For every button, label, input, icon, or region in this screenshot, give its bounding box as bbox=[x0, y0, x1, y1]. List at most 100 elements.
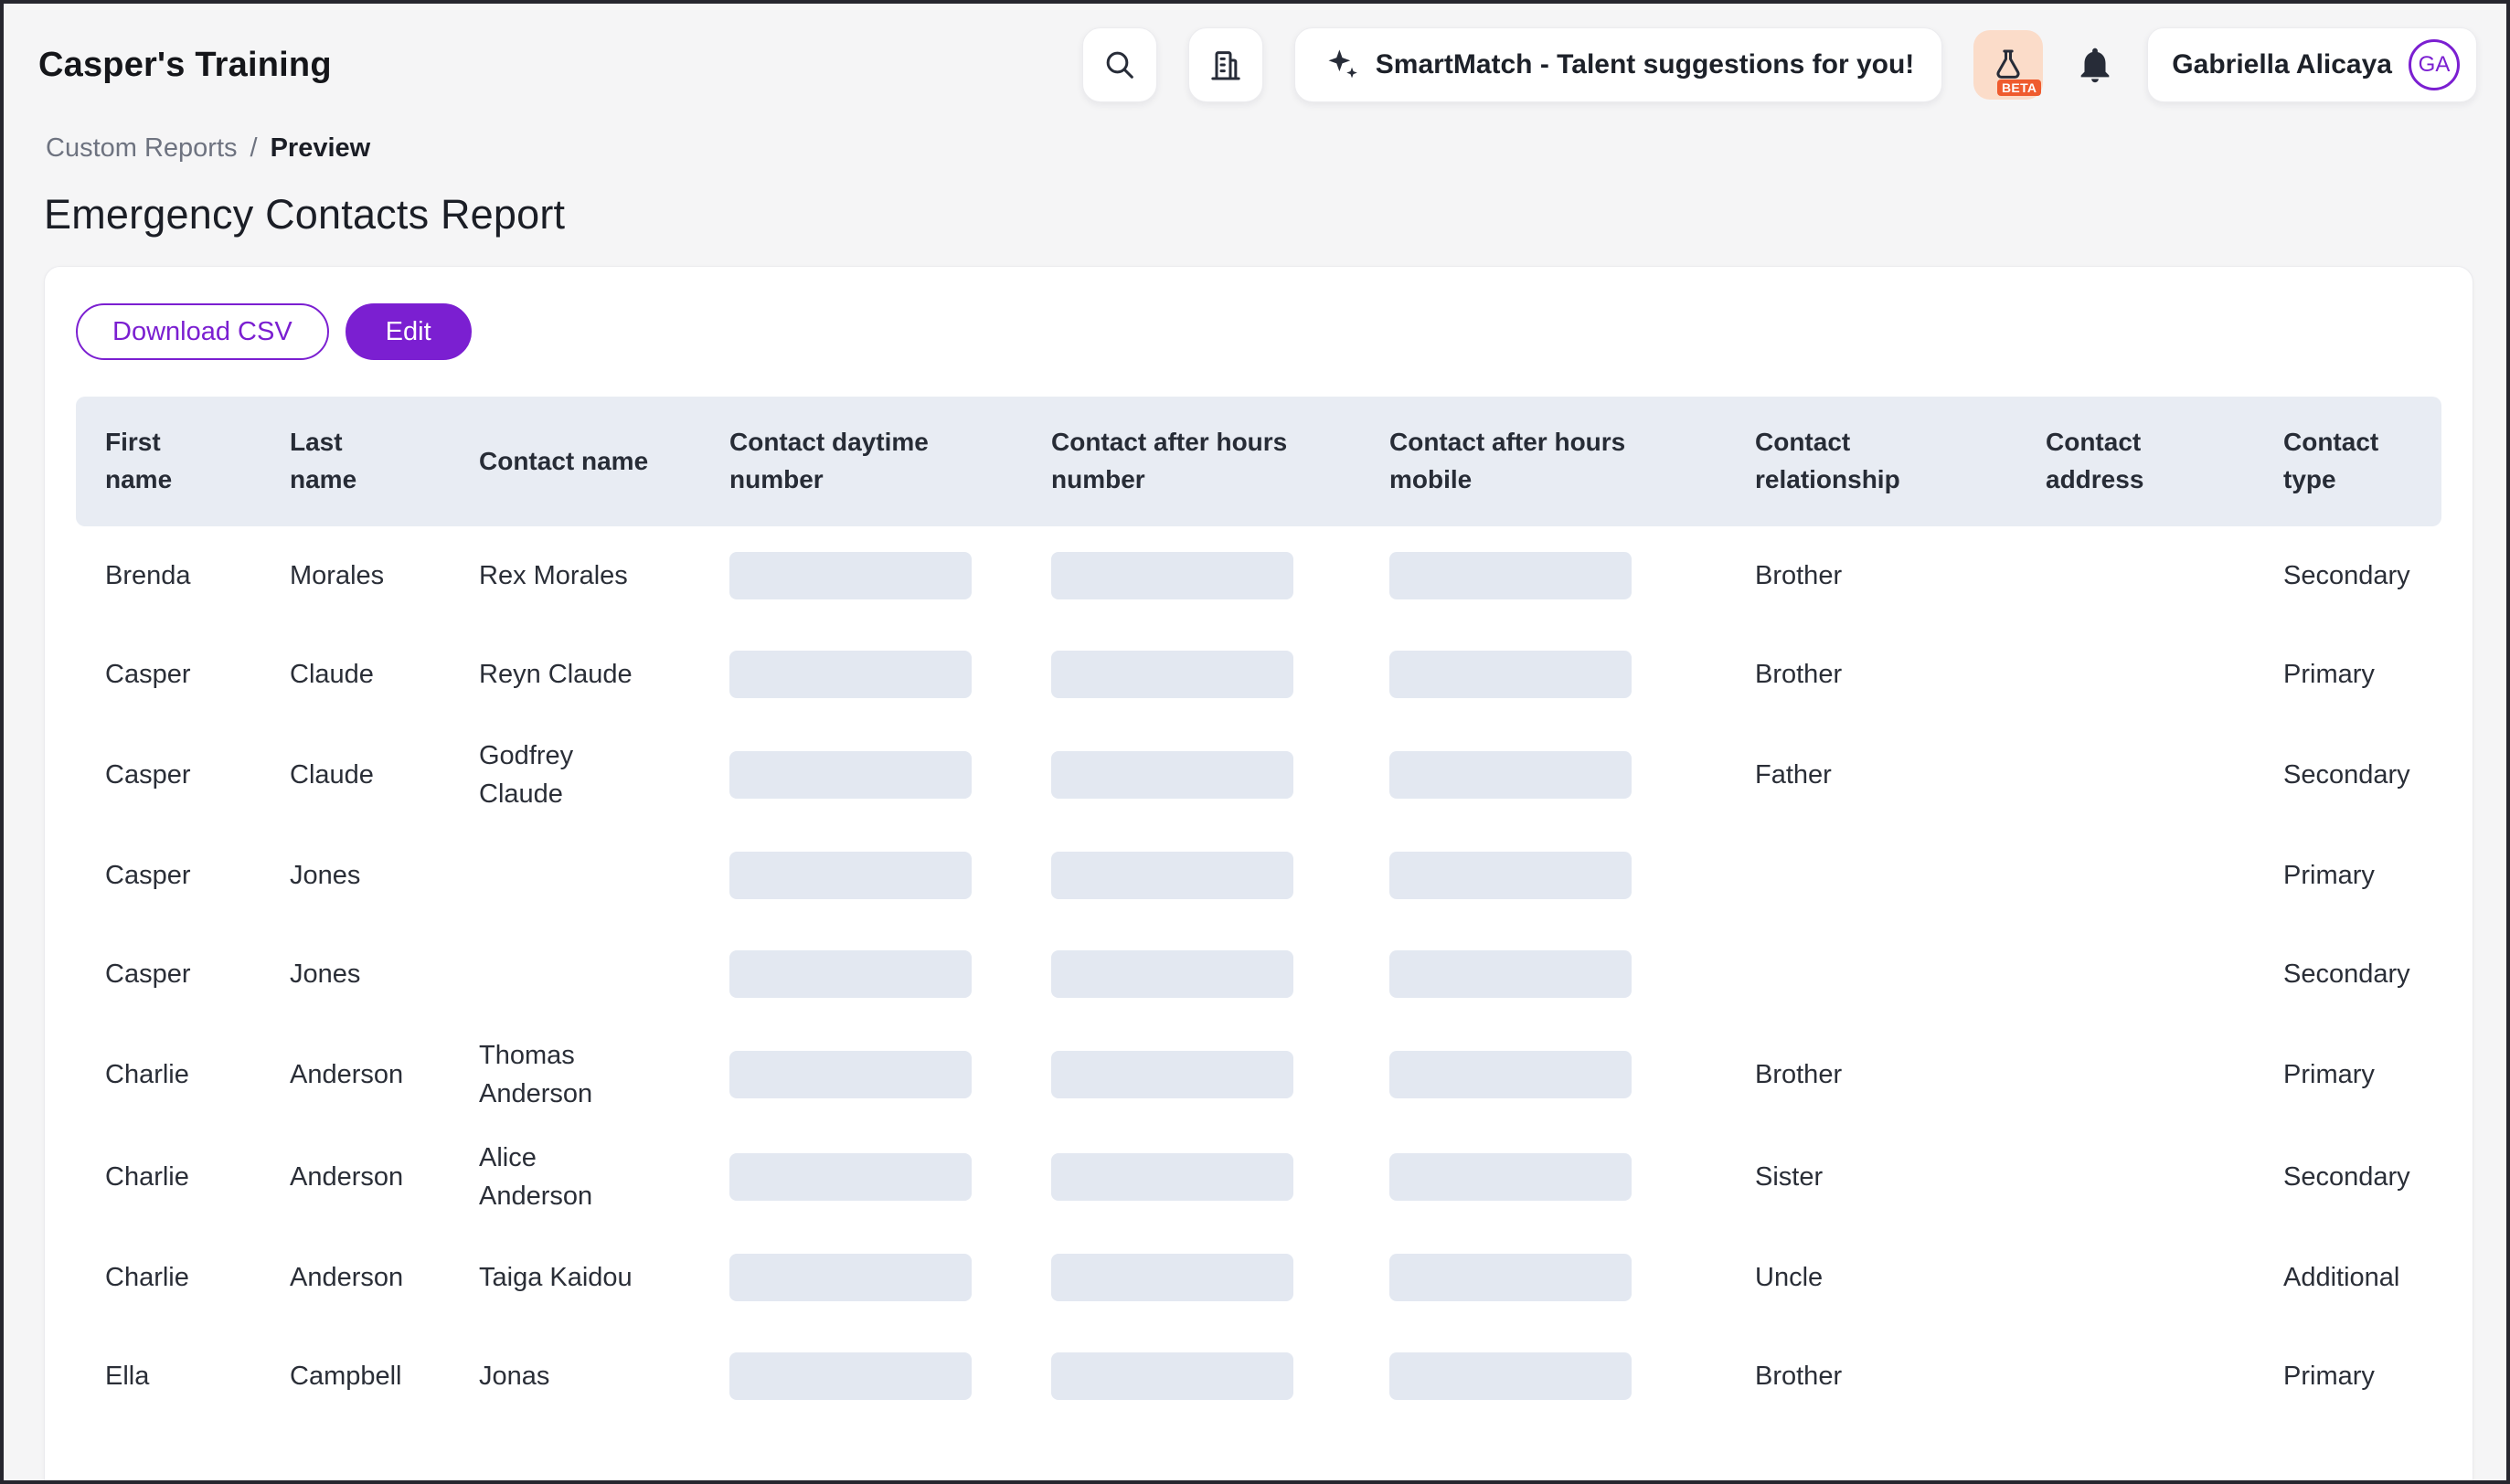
cell-contact-after-hours-number bbox=[1022, 925, 1360, 1023]
redacted-value bbox=[1051, 1153, 1293, 1201]
cell-contact-daytime-number bbox=[700, 1023, 1022, 1126]
redacted-value bbox=[729, 1352, 972, 1400]
redacted-value bbox=[729, 751, 972, 799]
cell-contact-name: Alice Anderson bbox=[450, 1126, 700, 1228]
app-title: Casper's Training bbox=[38, 46, 332, 85]
cell-last-name: Claude bbox=[261, 724, 450, 826]
table-row: CharlieAndersonTaiga KaidouUncleAddition… bbox=[76, 1228, 2441, 1327]
bell-icon bbox=[2074, 44, 2116, 86]
edit-button[interactable]: Edit bbox=[346, 303, 472, 360]
cell-contact-name bbox=[450, 925, 700, 1023]
redacted-value bbox=[1389, 1254, 1632, 1301]
cell-contact-type: Primary bbox=[2254, 826, 2441, 925]
cell-contact-relationship bbox=[1726, 925, 2016, 1023]
redacted-value bbox=[729, 852, 972, 899]
cell-contact-after-hours-mobile bbox=[1360, 724, 1726, 826]
redacted-value bbox=[1051, 1352, 1293, 1400]
table-row: CasperClaudeGodfrey ClaudeFatherSecondar… bbox=[76, 724, 2441, 826]
redacted-value bbox=[1051, 950, 1293, 998]
cell-contact-type: Primary bbox=[2254, 1327, 2441, 1426]
redacted-value bbox=[1389, 950, 1632, 998]
column-header: First name bbox=[76, 397, 261, 526]
cell-contact-after-hours-number bbox=[1022, 1327, 1360, 1426]
redacted-value bbox=[729, 1254, 972, 1301]
cell-last-name: Campbell bbox=[261, 1327, 450, 1426]
column-header: Contact after hours number bbox=[1022, 397, 1360, 526]
cell-first-name: Casper bbox=[76, 724, 261, 826]
cell-contact-type: Secondary bbox=[2254, 724, 2441, 826]
cell-contact-daytime-number bbox=[700, 625, 1022, 724]
cell-contact-address bbox=[2016, 1228, 2254, 1327]
cell-contact-daytime-number bbox=[700, 925, 1022, 1023]
cell-contact-after-hours-mobile bbox=[1360, 1023, 1726, 1126]
cell-contact-daytime-number bbox=[700, 1228, 1022, 1327]
column-header: Contact name bbox=[450, 397, 700, 526]
cell-first-name: Ella bbox=[76, 1327, 261, 1426]
cell-contact-relationship: Brother bbox=[1726, 526, 2016, 625]
notifications-button[interactable] bbox=[2074, 44, 2116, 86]
redacted-value bbox=[1051, 751, 1293, 799]
redacted-value bbox=[729, 651, 972, 698]
labs-button[interactable]: BETA bbox=[1973, 30, 2043, 100]
breadcrumb-custom-reports[interactable]: Custom Reports bbox=[46, 133, 238, 164]
breadcrumb: Custom Reports / Preview bbox=[46, 133, 2506, 164]
user-menu[interactable]: Gabriella Alicaya GA bbox=[2147, 27, 2477, 102]
building-icon bbox=[1207, 47, 1244, 83]
organisation-button[interactable] bbox=[1188, 27, 1263, 102]
cell-contact-after-hours-number bbox=[1022, 625, 1360, 724]
cell-contact-type: Additional bbox=[2254, 1228, 2441, 1327]
cell-contact-relationship: Sister bbox=[1726, 1126, 2016, 1228]
smartmatch-button[interactable]: SmartMatch - Talent suggestions for you! bbox=[1294, 27, 1943, 102]
sparkles-icon bbox=[1323, 46, 1361, 84]
cell-contact-type: Primary bbox=[2254, 1023, 2441, 1126]
cell-contact-relationship: Uncle bbox=[1726, 1228, 2016, 1327]
cell-contact-after-hours-mobile bbox=[1360, 925, 1726, 1023]
cell-contact-after-hours-number bbox=[1022, 1126, 1360, 1228]
report-toolbar: Download CSV Edit bbox=[76, 303, 2441, 360]
cell-contact-address bbox=[2016, 826, 2254, 925]
cell-contact-name: Godfrey Claude bbox=[450, 724, 700, 826]
cell-contact-after-hours-mobile bbox=[1360, 1126, 1726, 1228]
column-header: Contact after hours mobile bbox=[1360, 397, 1726, 526]
cell-contact-after-hours-mobile bbox=[1360, 1228, 1726, 1327]
cell-first-name: Charlie bbox=[76, 1228, 261, 1327]
cell-contact-name bbox=[450, 826, 700, 925]
download-csv-button[interactable]: Download CSV bbox=[76, 303, 329, 360]
redacted-value bbox=[729, 552, 972, 599]
cell-contact-after-hours-number bbox=[1022, 724, 1360, 826]
screen: Casper's Training SmartMatch - Talent su bbox=[0, 0, 2510, 1484]
cell-contact-address bbox=[2016, 1327, 2254, 1426]
redacted-value bbox=[1051, 651, 1293, 698]
cell-first-name: Brenda bbox=[76, 526, 261, 625]
table-row: CasperClaudeReyn ClaudeBrotherPrimary bbox=[76, 625, 2441, 724]
cell-contact-type: Secondary bbox=[2254, 1126, 2441, 1228]
column-header: Last name bbox=[261, 397, 450, 526]
cell-last-name: Jones bbox=[261, 826, 450, 925]
search-button[interactable] bbox=[1082, 27, 1157, 102]
cell-contact-name: Jonas bbox=[450, 1327, 700, 1426]
redacted-value bbox=[1389, 552, 1632, 599]
table-row: CharlieAndersonThomas AndersonBrotherPri… bbox=[76, 1023, 2441, 1126]
redacted-value bbox=[1389, 651, 1632, 698]
redacted-value bbox=[1389, 751, 1632, 799]
redacted-value bbox=[729, 950, 972, 998]
redacted-value bbox=[1389, 1051, 1632, 1098]
redacted-value bbox=[1051, 1254, 1293, 1301]
column-header: Contact address bbox=[2016, 397, 2254, 526]
cell-contact-relationship: Brother bbox=[1726, 1327, 2016, 1426]
cell-contact-relationship bbox=[1726, 826, 2016, 925]
redacted-value bbox=[1051, 552, 1293, 599]
cell-contact-after-hours-number bbox=[1022, 826, 1360, 925]
cell-last-name: Morales bbox=[261, 526, 450, 625]
cell-contact-after-hours-mobile bbox=[1360, 526, 1726, 625]
cell-contact-address bbox=[2016, 1126, 2254, 1228]
cell-contact-name: Thomas Anderson bbox=[450, 1023, 700, 1126]
cell-first-name: Casper bbox=[76, 826, 261, 925]
column-header: Contact daytime number bbox=[700, 397, 1022, 526]
redacted-value bbox=[1389, 852, 1632, 899]
cell-contact-daytime-number bbox=[700, 724, 1022, 826]
table-row: CharlieAndersonAlice AndersonSisterSecon… bbox=[76, 1126, 2441, 1228]
cell-last-name: Anderson bbox=[261, 1228, 450, 1327]
cell-contact-type: Primary bbox=[2254, 625, 2441, 724]
avatar: GA bbox=[2409, 39, 2460, 90]
